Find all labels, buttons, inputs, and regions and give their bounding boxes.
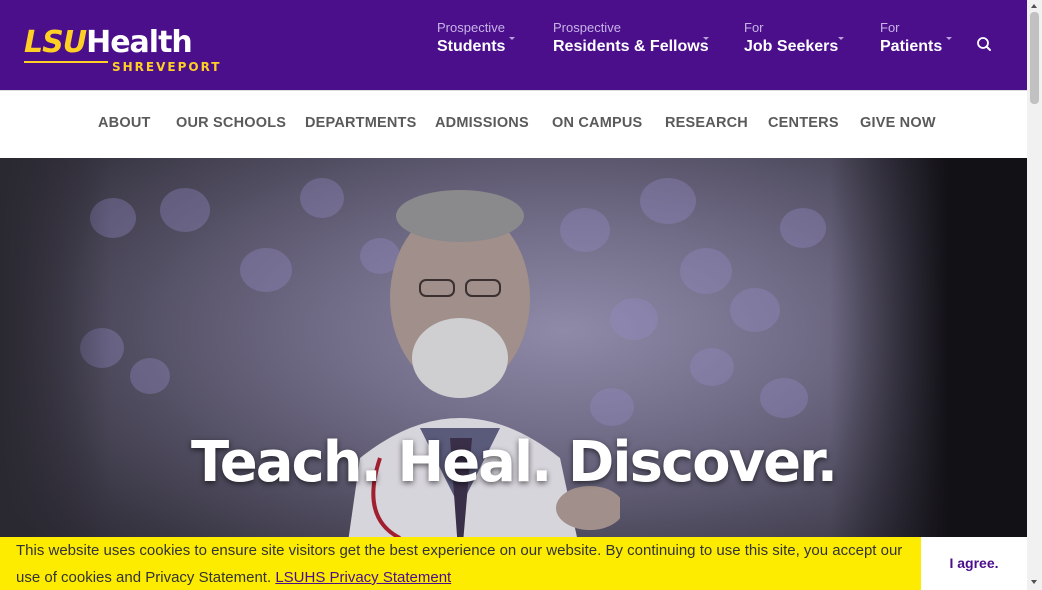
- page-scrollbar[interactable]: [1027, 0, 1042, 590]
- nav-research[interactable]: RESEARCH: [665, 115, 748, 131]
- lsu-health-logo[interactable]: LSUHealth SHREVEPORT: [24, 25, 220, 75]
- search-icon: [977, 37, 991, 51]
- chevron-down-icon: [838, 37, 844, 40]
- physician-photo: [341, 190, 620, 590]
- logo-wordmark: LSUHealth: [24, 25, 193, 60]
- nav-on-campus[interactable]: ON CAMPUS: [552, 115, 642, 131]
- hero-banner: Teach. Heal. Discover.: [0, 158, 1027, 590]
- logo-subtitle: SHREVEPORT: [112, 60, 222, 74]
- hero-title: Teach. Heal. Discover.: [190, 430, 838, 495]
- nav-about[interactable]: ABOUT: [98, 115, 151, 131]
- audience-nav-patients[interactable]: For Patients: [880, 20, 952, 60]
- chevron-down-icon: [509, 37, 515, 40]
- cookie-message: This website uses cookies to ensure site…: [16, 542, 903, 586]
- nav-centers[interactable]: CENTERS: [768, 115, 839, 131]
- scroll-up-icon[interactable]: [1031, 4, 1037, 8]
- nav-our-schools[interactable]: OUR SCHOOLS: [176, 115, 286, 131]
- audience-nav-job-seekers[interactable]: For Job Seekers: [744, 20, 844, 60]
- audience-nav-residents[interactable]: Prospective Residents & Fellows: [553, 20, 709, 60]
- agree-button[interactable]: I agree.: [921, 537, 1027, 590]
- chevron-down-icon: [946, 37, 952, 40]
- privacy-statement-link[interactable]: LSUHS Privacy Statement: [275, 569, 451, 586]
- top-bar: LSUHealth SHREVEPORT Prospective Student…: [0, 0, 1027, 90]
- search-button[interactable]: [974, 34, 994, 54]
- main-nav: ABOUT OUR SCHOOLS DEPARTMENTS ADMISSIONS…: [0, 90, 1027, 158]
- nav-departments[interactable]: DEPARTMENTS: [305, 115, 417, 131]
- audience-nav-students[interactable]: Prospective Students: [437, 20, 515, 60]
- nav-admissions[interactable]: ADMISSIONS: [435, 115, 529, 131]
- chevron-down-icon: [703, 37, 709, 40]
- scroll-thumb[interactable]: [1030, 12, 1039, 104]
- cookie-banner: This website uses cookies to ensure site…: [0, 537, 1027, 590]
- scroll-down-icon[interactable]: [1031, 580, 1037, 584]
- nav-give-now[interactable]: GIVE NOW: [860, 115, 936, 131]
